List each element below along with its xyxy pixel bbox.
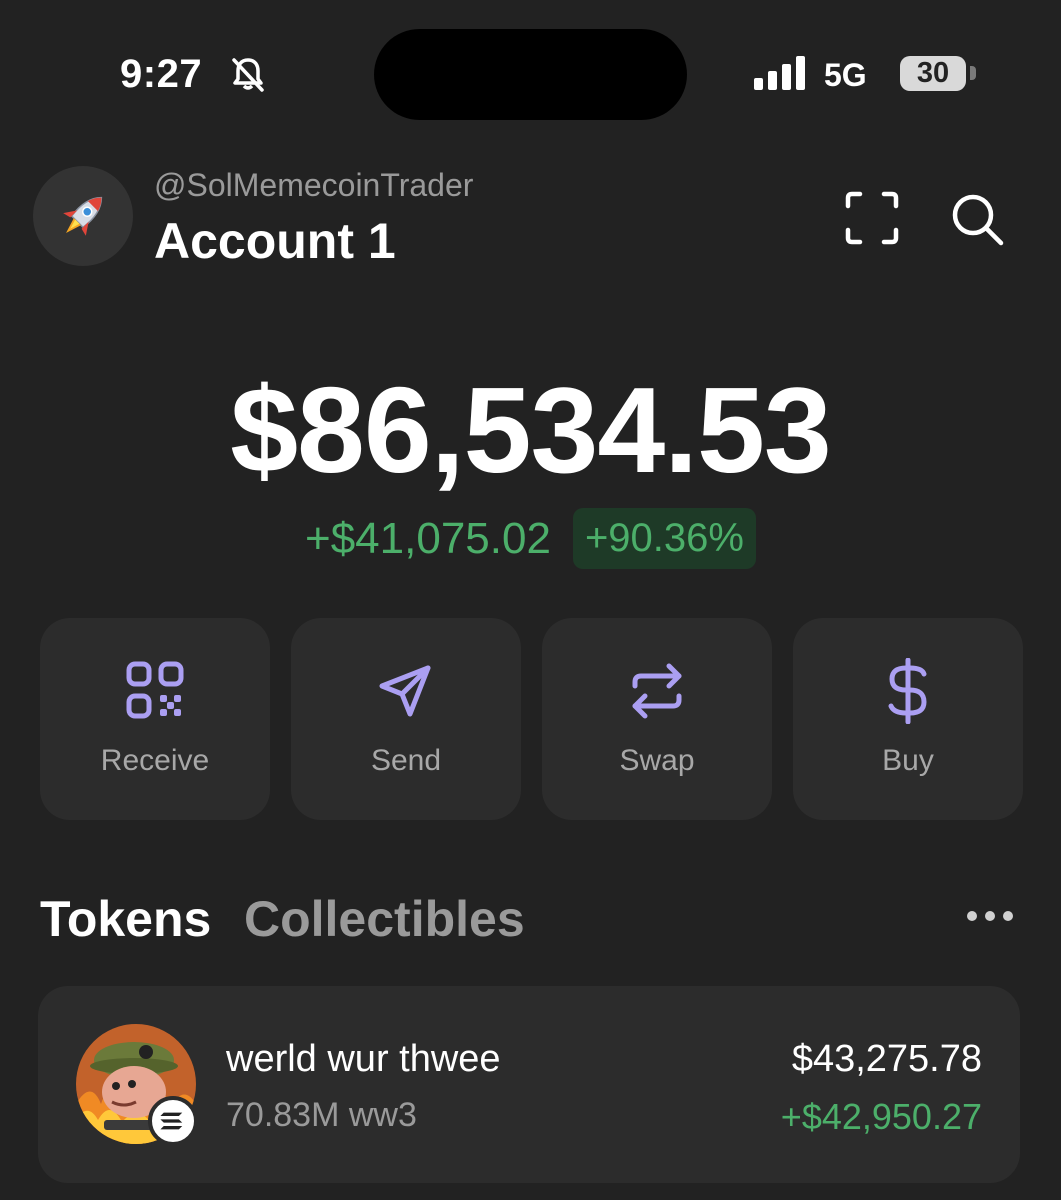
account-avatar[interactable] [33, 166, 133, 266]
qr-code-icon [126, 661, 184, 719]
token-row[interactable]: werld wur thwee 70.83M ww3 $43,275.78 +$… [38, 986, 1020, 1183]
send-label: Send [370, 744, 442, 777]
rocket-icon [63, 196, 103, 236]
send-button[interactable]: Send [291, 618, 521, 820]
more-options-icon[interactable] [966, 908, 1014, 924]
dynamic-island [374, 29, 687, 120]
tab-collectibles[interactable]: Collectibles [244, 890, 525, 948]
swap-button[interactable]: Swap [542, 618, 772, 820]
account-name[interactable]: Account 1 [154, 212, 396, 270]
swap-label: Swap [619, 744, 695, 777]
signal-icon [754, 56, 805, 90]
token-change: +$42,950.27 [780, 1096, 982, 1137]
change-percent-badge: +90.36% [572, 508, 756, 569]
send-icon [379, 665, 431, 717]
scan-icon[interactable] [844, 190, 900, 246]
battery-indicator: 30 [900, 56, 966, 91]
token-value: $43,275.78 [791, 1038, 982, 1080]
swap-icon [632, 663, 682, 719]
tab-tokens[interactable]: Tokens [40, 890, 211, 948]
account-username: @SolMemecoinTrader [154, 167, 474, 203]
solana-badge-icon [148, 1096, 198, 1146]
bell-muted-icon [232, 58, 264, 92]
buy-button[interactable]: Buy [793, 618, 1023, 820]
dollar-icon [888, 658, 927, 724]
total-balance: $86,534.53 [230, 362, 832, 498]
status-time: 9:27 [120, 52, 203, 96]
balance-change: +$41,075.02 +90.36% [0, 508, 1061, 569]
battery-tip [970, 66, 976, 80]
token-name: werld wur thwee [226, 1038, 501, 1080]
buy-label: Buy [882, 744, 934, 777]
change-amount: +$41,075.02 [305, 513, 551, 563]
wallet-screen: 9:27 5G 30 @SolMemecoinTrader Account 1 [0, 0, 1061, 1200]
action-buttons: Receive Send Swap Buy [40, 618, 1023, 820]
receive-label: Receive [100, 744, 210, 777]
token-amount: 70.83M ww3 [226, 1096, 417, 1134]
receive-button[interactable]: Receive [40, 618, 270, 820]
search-icon[interactable] [948, 190, 1006, 248]
network-type: 5G [824, 57, 867, 93]
